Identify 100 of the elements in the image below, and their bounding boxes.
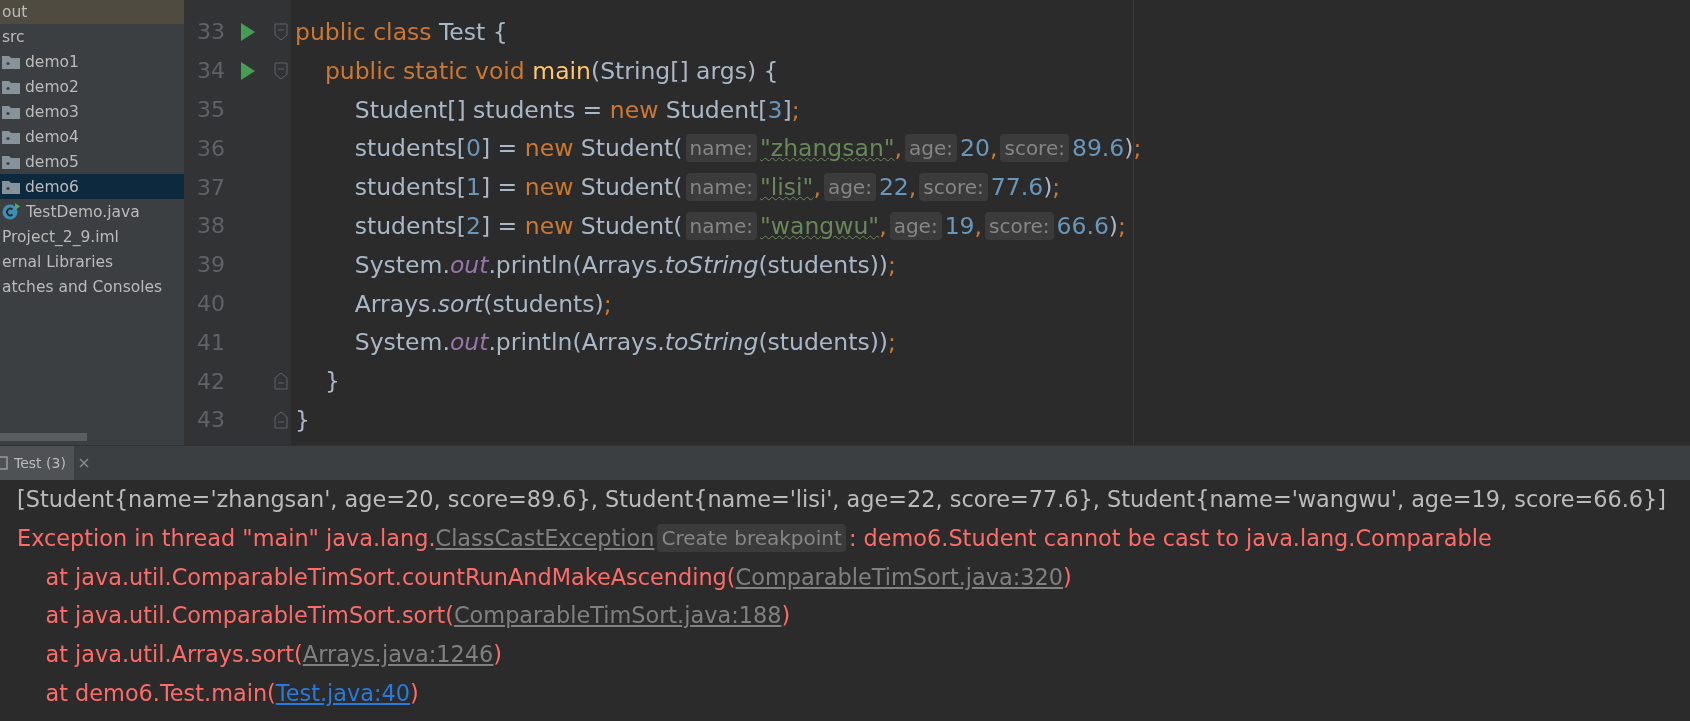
keyword: ; [1133,134,1142,163]
parameter-hint: Create breakpoint [657,524,846,553]
static-method: toString [664,250,759,279]
error-text: Exception in thread "main" java.lang. [17,525,436,552]
error-text: ) [493,641,503,668]
number-literal: 77.6 [990,173,1044,202]
code-text: Arrays. [353,289,438,318]
code-text: Student( [580,173,683,202]
tree-item[interactable]: src [0,24,184,49]
keyword: ; [888,250,896,279]
stack-link[interactable]: ComparableTimSort.java:320 [735,563,1063,590]
keyword: new [609,95,660,124]
error-text: at java.util.ComparableTimSort.sort( [44,602,454,629]
tree-item-label: demo2 [25,77,79,96]
tree-item[interactable]: demo4 [0,124,184,149]
tree-item-label: demo5 [25,152,79,171]
tree-item-label: ernal Libraries [2,252,114,271]
scrollbar-thumb[interactable] [0,433,87,441]
code-text: Student[] students = [353,95,604,124]
tree-item-label: demo6 [25,177,79,196]
tree-item[interactable]: demo3 [0,99,184,124]
keyword: , [894,134,903,163]
error-text: : demo6.Student cannot be cast to java.lang.Comparable [848,525,1492,552]
keyword: , [813,173,821,202]
run-icon[interactable] [241,61,255,80]
source-link[interactable]: Test.java:40 [275,679,410,706]
stack-link[interactable]: Arrays.java:1246 [302,641,494,668]
code-text: .println(Arrays. [488,250,665,279]
static-method: toString [664,328,759,357]
tree-item[interactable]: TestDemo.java [0,199,184,224]
string-literal: "wangwu" [760,211,880,240]
folder-icon [2,179,20,194]
error-text: ) [410,679,419,706]
keyword: new [524,134,575,163]
string-literal: "lisi" [760,173,814,202]
number-literal: 22 [878,173,909,202]
keyword: ; [1052,173,1061,202]
fold-icon[interactable] [274,372,288,391]
tree-item[interactable]: ernal Libraries [0,249,184,274]
keyword: ; [1118,211,1126,240]
code-text: } [295,405,310,434]
code-text: (students) [483,289,604,318]
code-text: students[ [353,173,466,202]
tree-item-label: demo3 [25,102,79,121]
code-text: ] = [480,134,519,163]
number-literal: 0 [466,134,481,163]
code-text: (String[] args) { [590,56,779,85]
keyword: new [524,211,575,240]
fold-icon[interactable] [274,23,288,41]
keyword: public class [295,18,433,46]
stack-link[interactable]: ComparableTimSort.java:188 [454,602,782,629]
parameter-hint: score: [919,173,988,202]
keyword: , [990,134,998,163]
code-text: (students)) [758,328,888,357]
code-text: ) [1124,134,1134,163]
code-text: Test { [439,18,508,46]
error-text: at demo6.Test.main( [44,679,276,706]
number-literal: 2 [466,211,481,240]
keyword: public static void [323,56,526,85]
stack-link[interactable]: ClassCastException [435,525,655,552]
fold-icon[interactable] [274,61,288,80]
tree-item-label: demo1 [25,52,79,71]
tree-item[interactable]: Project_2_9.iml [0,224,184,249]
tree-item[interactable]: demo2 [0,74,184,99]
run-tab[interactable]: Test (3) [0,446,74,480]
fold-icon[interactable] [274,410,288,429]
parameter-hint: age: [889,211,942,240]
number-literal: 66.6 [1056,211,1109,240]
code-text: ] = [480,211,519,240]
parameter-hint: name: [685,173,757,202]
parameter-hint: name: [685,211,757,240]
static-method: sort [437,289,484,318]
static-field: out [449,250,489,279]
tree-item[interactable]: demo1 [0,49,184,74]
tree-item-label: out [2,2,28,21]
run-icon[interactable] [241,23,255,41]
code-text: Student[ [665,95,768,124]
code-text: ] [782,95,792,124]
tree-item-label: Project_2_9.iml [2,227,119,246]
close-icon[interactable] [77,457,90,469]
tree-item[interactable]: demo5 [0,149,184,174]
code-text: Student( [580,134,683,163]
keyword: , [879,211,887,240]
string-literal: "zhangsan" [760,134,895,163]
code-text: students[ [353,134,466,163]
tree-item-label: TestDemo.java [26,202,140,221]
code-text: Student( [580,211,683,240]
tree-item-label: src [2,27,25,46]
code-text: students[ [353,211,466,240]
console-icon [0,456,8,470]
parameter-hint: age: [823,173,876,202]
code-text: .println(Arrays. [488,328,665,357]
tree-item[interactable]: atches and Consoles [0,274,184,299]
keyword: ; [603,289,612,318]
static-field: out [449,328,489,357]
tree-item[interactable]: out [0,0,184,24]
tree-item[interactable]: demo6 [0,174,184,199]
code-text: ) [1043,173,1053,202]
keyword: new [524,173,575,202]
console-output: [Student{name='zhangsan', age=20, score=89.6}, Student{name='lisi', age=22, score=77.6}, Student{name='wangwu', age=19, score=66.6}] [17,486,1667,513]
